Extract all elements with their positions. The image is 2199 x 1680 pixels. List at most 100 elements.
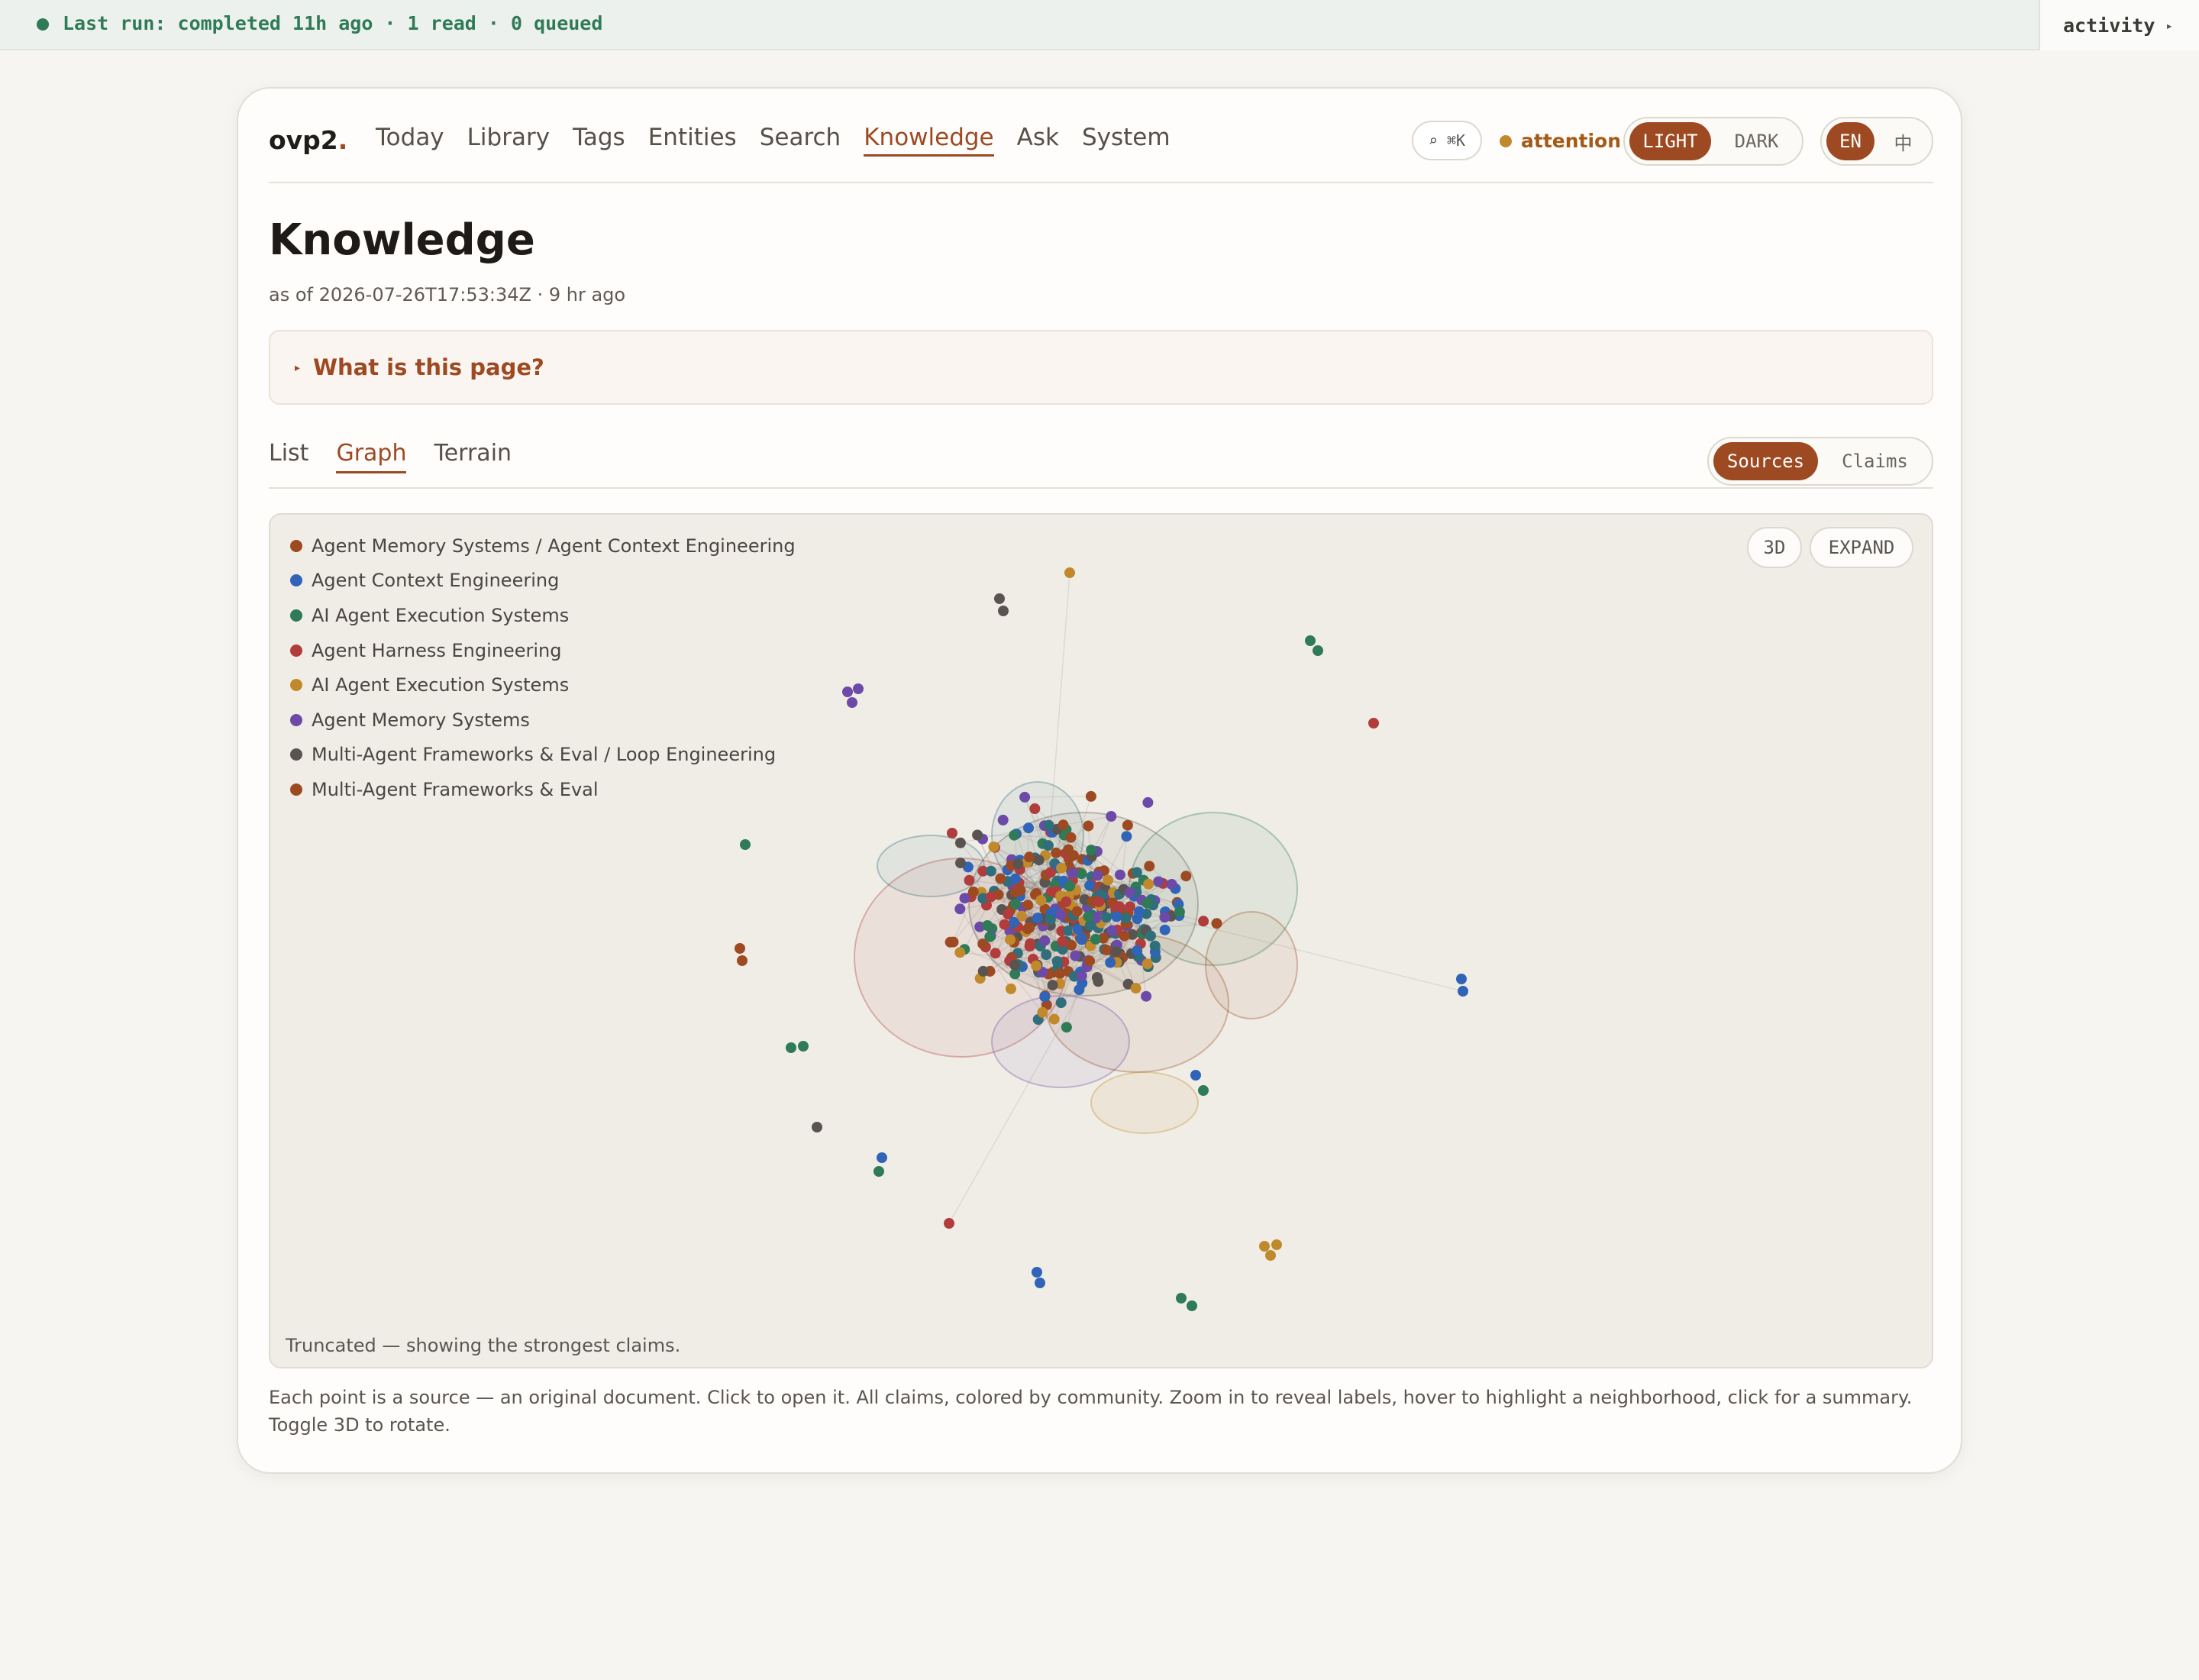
source-node[interactable] xyxy=(1198,916,1209,927)
source-node[interactable] xyxy=(1076,970,1087,981)
source-node[interactable] xyxy=(985,891,996,903)
theme-dark-option[interactable]: DARK xyxy=(1716,122,1797,160)
source-node[interactable] xyxy=(990,948,1001,959)
nav-library[interactable]: Library xyxy=(467,124,550,157)
source-node[interactable] xyxy=(1131,867,1142,878)
source-node[interactable] xyxy=(1057,935,1068,947)
source-node[interactable] xyxy=(945,936,956,948)
source-node[interactable] xyxy=(944,1218,954,1229)
source-node[interactable] xyxy=(1271,1239,1282,1250)
source-node[interactable] xyxy=(853,683,864,694)
source-node[interactable] xyxy=(1019,791,1031,803)
source-node[interactable] xyxy=(1031,960,1042,971)
source-node[interactable] xyxy=(1054,968,1066,979)
source-node[interactable] xyxy=(1032,1267,1042,1278)
source-node[interactable] xyxy=(786,1042,796,1053)
source-node[interactable] xyxy=(1259,1241,1270,1252)
source-node[interactable] xyxy=(1134,906,1145,917)
source-node[interactable] xyxy=(1122,819,1133,831)
lang-en-option[interactable]: EN xyxy=(1826,122,1874,160)
source-node[interactable] xyxy=(994,593,1005,604)
source-node[interactable] xyxy=(1032,913,1043,924)
tab-graph[interactable]: Graph xyxy=(336,440,407,473)
source-node[interactable] xyxy=(1141,990,1152,1002)
source-node[interactable] xyxy=(995,873,1006,884)
source-node[interactable] xyxy=(1058,819,1069,831)
legend-item[interactable]: Multi-Agent Frameworks & Eval xyxy=(290,772,796,807)
source-node[interactable] xyxy=(1051,847,1062,858)
toggle-3d-button[interactable]: 3D xyxy=(1747,527,1802,568)
source-node[interactable] xyxy=(1159,924,1171,935)
source-node[interactable] xyxy=(1009,873,1021,884)
source-node[interactable] xyxy=(1025,938,1036,949)
source-node[interactable] xyxy=(1083,820,1094,832)
source-node[interactable] xyxy=(735,943,745,954)
source-node[interactable] xyxy=(1145,930,1156,942)
legend-item[interactable]: Multi-Agent Frameworks & Eval / Loop Eng… xyxy=(290,738,796,773)
activity-button[interactable]: activity ▸ xyxy=(2039,0,2199,50)
source-node[interactable] xyxy=(1105,957,1116,968)
source-node[interactable] xyxy=(954,903,966,915)
source-node[interactable] xyxy=(964,874,975,886)
source-node[interactable] xyxy=(1106,811,1117,822)
source-node[interactable] xyxy=(812,1122,822,1132)
attention-indicator[interactable]: attention xyxy=(1500,130,1621,152)
source-node[interactable] xyxy=(1130,983,1141,994)
source-node[interactable] xyxy=(1456,974,1467,984)
nav-today[interactable]: Today xyxy=(376,124,444,157)
source-node[interactable] xyxy=(1313,645,1323,656)
legend-item[interactable]: Agent Memory Systems xyxy=(290,703,796,738)
source-node[interactable] xyxy=(1092,870,1103,881)
legend-item[interactable]: AI Agent Execution Systems xyxy=(290,667,796,703)
source-node[interactable] xyxy=(1022,900,1034,911)
theme-light-option[interactable]: LIGHT xyxy=(1629,122,1711,160)
source-node[interactable] xyxy=(1005,934,1016,945)
source-node[interactable] xyxy=(1198,1085,1209,1096)
source-node[interactable] xyxy=(847,697,857,708)
source-node[interactable] xyxy=(1064,880,1075,892)
tab-list[interactable]: List xyxy=(269,440,308,473)
source-node[interactable] xyxy=(1085,790,1096,802)
tab-terrain[interactable]: Terrain xyxy=(434,440,512,473)
legend-item[interactable]: Agent Harness Engineering xyxy=(290,633,796,668)
source-node[interactable] xyxy=(1045,867,1056,878)
source-node[interactable] xyxy=(1041,949,1052,961)
source-node[interactable] xyxy=(740,839,751,850)
source-node[interactable] xyxy=(1120,913,1132,924)
source-node[interactable] xyxy=(999,919,1010,930)
nav-search[interactable]: Search xyxy=(760,124,841,157)
source-node[interactable] xyxy=(959,893,970,904)
legend-item[interactable]: AI Agent Execution Systems xyxy=(290,598,796,633)
legend-item[interactable]: Agent Memory Systems / Agent Context Eng… xyxy=(290,528,796,564)
source-node[interactable] xyxy=(984,931,996,942)
source-node[interactable] xyxy=(972,829,983,841)
command-palette-button[interactable]: ⌕ ⌘K xyxy=(1412,121,1482,160)
source-node[interactable] xyxy=(798,1041,809,1052)
source-node[interactable] xyxy=(954,837,966,848)
help-disclosure[interactable]: ▸ What is this page? xyxy=(269,330,1933,405)
nav-entities[interactable]: Entities xyxy=(648,124,737,157)
source-node[interactable] xyxy=(1101,912,1112,923)
nav-tags[interactable]: Tags xyxy=(573,124,625,157)
source-node[interactable] xyxy=(1024,922,1035,933)
source-node[interactable] xyxy=(1071,906,1083,917)
source-node[interactable] xyxy=(977,965,989,977)
sources-option[interactable]: Sources xyxy=(1713,442,1818,480)
source-node[interactable] xyxy=(1029,803,1041,814)
source-node[interactable] xyxy=(1115,869,1125,880)
source-node[interactable] xyxy=(873,1166,884,1177)
source-node[interactable] xyxy=(1111,911,1122,922)
source-node[interactable] xyxy=(1023,822,1034,834)
source-node[interactable] xyxy=(1070,950,1081,961)
source-node[interactable] xyxy=(1124,901,1135,913)
source-node[interactable] xyxy=(1090,933,1101,945)
source-node[interactable] xyxy=(737,955,748,966)
source-node[interactable] xyxy=(1009,887,1021,898)
source-node[interactable] xyxy=(955,858,966,869)
source-node[interactable] xyxy=(1132,945,1143,956)
source-node[interactable] xyxy=(1009,959,1021,971)
expand-button[interactable]: EXPAND xyxy=(1810,527,1913,568)
source-node[interactable] xyxy=(1051,956,1063,967)
source-node[interactable] xyxy=(954,947,966,958)
source-node[interactable] xyxy=(1141,897,1153,909)
